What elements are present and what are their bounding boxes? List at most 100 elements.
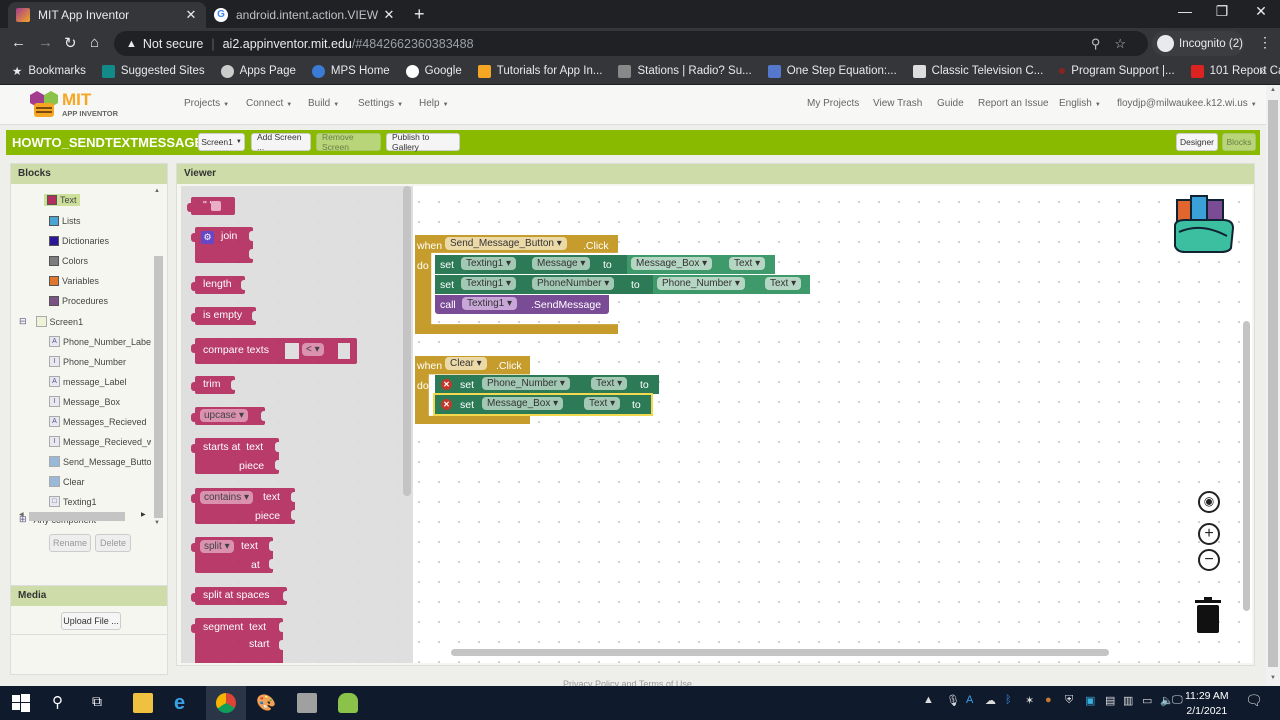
bookmark-item[interactable]: Stations | Radio? Su... — [618, 64, 752, 78]
android-emulator-icon[interactable] — [297, 693, 317, 713]
menu-build[interactable]: Build ▼ — [308, 98, 339, 109]
backpack-icon[interactable] — [1171, 192, 1237, 254]
tree-component[interactable]: I Phone_Number — [49, 356, 126, 367]
tree-item-lists[interactable]: Lists — [49, 216, 81, 226]
incognito-button[interactable]: Incognito (2) — [1152, 31, 1244, 56]
tree-component[interactable]: □ Texting1 — [49, 496, 97, 507]
component-dropdown[interactable]: Texting1 ▾ — [462, 297, 518, 310]
tree-component[interactable]: Clear — [49, 476, 85, 487]
contains-dropdown[interactable]: contains ▾ — [200, 491, 254, 504]
remove-screen-button[interactable]: Remove Screen — [316, 132, 381, 152]
file-explorer-icon[interactable] — [133, 693, 153, 713]
split-dropdown[interactable]: split ▾ — [200, 540, 234, 553]
component-dropdown[interactable]: Message_Box ▾ — [482, 397, 564, 410]
battery-icon[interactable]: ▭ — [1142, 694, 1152, 707]
tree-item-variables[interactable]: Variables — [49, 276, 99, 286]
star-icon[interactable]: ☆ — [1114, 36, 1140, 51]
property-dropdown[interactable]: Text ▾ — [765, 277, 802, 290]
link-report-issue[interactable]: Report an Issue — [978, 98, 1049, 109]
workspace-horizontal-scrollbar[interactable] — [451, 649, 1109, 656]
windows-start-icon[interactable] — [11, 693, 31, 713]
tree-item-procedures[interactable]: Procedures — [49, 296, 108, 306]
bookmark-item[interactable]: MPS Home — [311, 64, 390, 78]
tree-item-text[interactable]: Text — [44, 194, 80, 206]
event-component-dropdown[interactable]: Clear ▾ — [445, 357, 487, 370]
back-icon[interactable]: ← — [11, 34, 26, 51]
add-screen-button[interactable]: Add Screen ... — [251, 132, 311, 152]
bookmark-item[interactable]: Program Support |... — [1059, 65, 1175, 77]
tray-app-icon[interactable]: ▥ — [1123, 694, 1133, 707]
starts-at-block[interactable]: starts at text piece — [191, 438, 280, 474]
bookmark-item[interactable]: 101 Report Card Co... — [1190, 64, 1280, 78]
tree-component[interactable]: Send_Message_Button — [49, 456, 151, 467]
zoom-icon[interactable]: ⚲ — [1091, 36, 1115, 51]
menu-account[interactable]: floydjp@milwaukee.k12.wi.us ▼ — [1117, 98, 1257, 109]
compare-operator-dropdown[interactable]: < ▾ — [302, 343, 324, 356]
menu-settings[interactable]: Settings ▼ — [358, 98, 403, 109]
new-tab-icon[interactable]: + — [414, 4, 425, 25]
security-shield-icon[interactable]: ⛨ — [1065, 694, 1073, 707]
tree-item-screen1[interactable]: ⊟ Screen1 — [19, 316, 83, 327]
property-dropdown[interactable]: Message ▾ — [532, 257, 591, 270]
rename-button[interactable]: Rename — [49, 534, 91, 552]
bookmark-item[interactable]: ★ Bookmarks — [12, 64, 86, 78]
bookmark-item[interactable]: Tutorials for App In... — [477, 64, 602, 78]
flyout-scrollbar[interactable] — [403, 186, 411, 496]
tree-item-colors[interactable]: Colors — [49, 256, 88, 266]
close-tab-icon[interactable]: ✕ — [382, 7, 396, 23]
upcase-block[interactable]: upcase ▾ — [191, 407, 266, 425]
is-empty-block[interactable]: is empty — [191, 307, 257, 325]
segment-block[interactable]: segment text start — [191, 618, 284, 663]
android-icon[interactable] — [338, 693, 358, 713]
notifications-icon[interactable]: 🗨 — [1245, 692, 1263, 709]
component-dropdown[interactable]: Texting1 ▾ — [461, 257, 517, 270]
tray-app-icon[interactable]: ▣ — [1085, 694, 1095, 707]
component-dropdown[interactable]: Texting1 ▾ — [461, 277, 517, 290]
error-icon[interactable]: ✕ — [441, 379, 452, 390]
split-at-spaces-block[interactable]: split at spaces — [191, 587, 288, 605]
component-dropdown[interactable]: Phone_Number ▾ — [657, 277, 745, 290]
close-window-icon[interactable]: ✕ — [1246, 3, 1276, 20]
error-icon[interactable]: ✕ — [441, 399, 452, 410]
menu-kebab-icon[interactable]: ⋮ — [1258, 34, 1272, 51]
publish-gallery-button[interactable]: Publish to Gallery — [386, 132, 460, 152]
property-dropdown[interactable]: PhoneNumber ▾ — [532, 277, 615, 290]
recenter-icon[interactable]: ◉ — [1198, 491, 1220, 513]
menu-projects[interactable]: Projects ▼ — [184, 98, 229, 109]
tab-google[interactable]: G android.intent.action.VIEW - Goo ✕ — [206, 2, 404, 28]
link-my-projects[interactable]: My Projects — [807, 98, 859, 109]
trash-icon[interactable] — [1194, 596, 1222, 634]
component-dropdown[interactable]: Phone_Number ▾ — [482, 377, 570, 390]
tree-component[interactable]: A Messages_Recieved — [49, 416, 147, 427]
workspace-vertical-scrollbar[interactable] — [1243, 321, 1250, 611]
upload-file-button[interactable]: Upload File ... — [61, 612, 121, 630]
join-block[interactable]: ⚙ join — [191, 227, 254, 263]
property-dropdown[interactable]: Text ▾ — [591, 377, 628, 390]
tree-vertical-scrollbar[interactable]: ▲ ▼ — [152, 186, 164, 526]
tree-item-dictionaries[interactable]: Dictionaries — [49, 236, 109, 246]
property-dropdown[interactable]: Text ▾ — [729, 257, 766, 270]
tray-app-icon[interactable]: ● — [1045, 694, 1052, 706]
trim-block[interactable]: trim — [191, 376, 236, 394]
split-block[interactable]: split ▾ text at — [191, 537, 274, 573]
tree-component[interactable]: I Message_Recieved_w — [49, 436, 151, 447]
tray-app-icon[interactable]: ▤ — [1105, 694, 1115, 707]
case-dropdown[interactable]: upcase ▾ — [200, 409, 249, 422]
menu-help[interactable]: Help ▼ — [419, 98, 449, 109]
search-icon[interactable]: ⚲ — [52, 693, 72, 713]
length-block[interactable]: length — [191, 276, 246, 294]
chrome-icon[interactable] — [216, 693, 236, 713]
autodesk-icon[interactable]: A — [966, 694, 973, 706]
screen-select[interactable]: Screen1 ▼ — [198, 133, 245, 151]
link-view-trash[interactable]: View Trash — [873, 98, 922, 109]
microphone-icon[interactable]: 🎙 — [946, 694, 960, 707]
bookmark-item[interactable]: One Step Equation:... — [767, 64, 897, 78]
bookmark-item[interactable]: Classic Television C... — [912, 64, 1043, 78]
tab-app-inventor[interactable]: MIT App Inventor ✕ — [8, 2, 206, 28]
component-dropdown[interactable]: Message_Box ▾ — [631, 257, 713, 270]
menu-language[interactable]: English ▼ — [1059, 98, 1101, 109]
menu-connect[interactable]: Connect ▼ — [246, 98, 292, 109]
bookmark-item[interactable]: Google — [405, 64, 462, 78]
tray-app-icon[interactable]: ✶ — [1025, 694, 1034, 707]
zoom-in-icon[interactable]: + — [1198, 523, 1220, 545]
